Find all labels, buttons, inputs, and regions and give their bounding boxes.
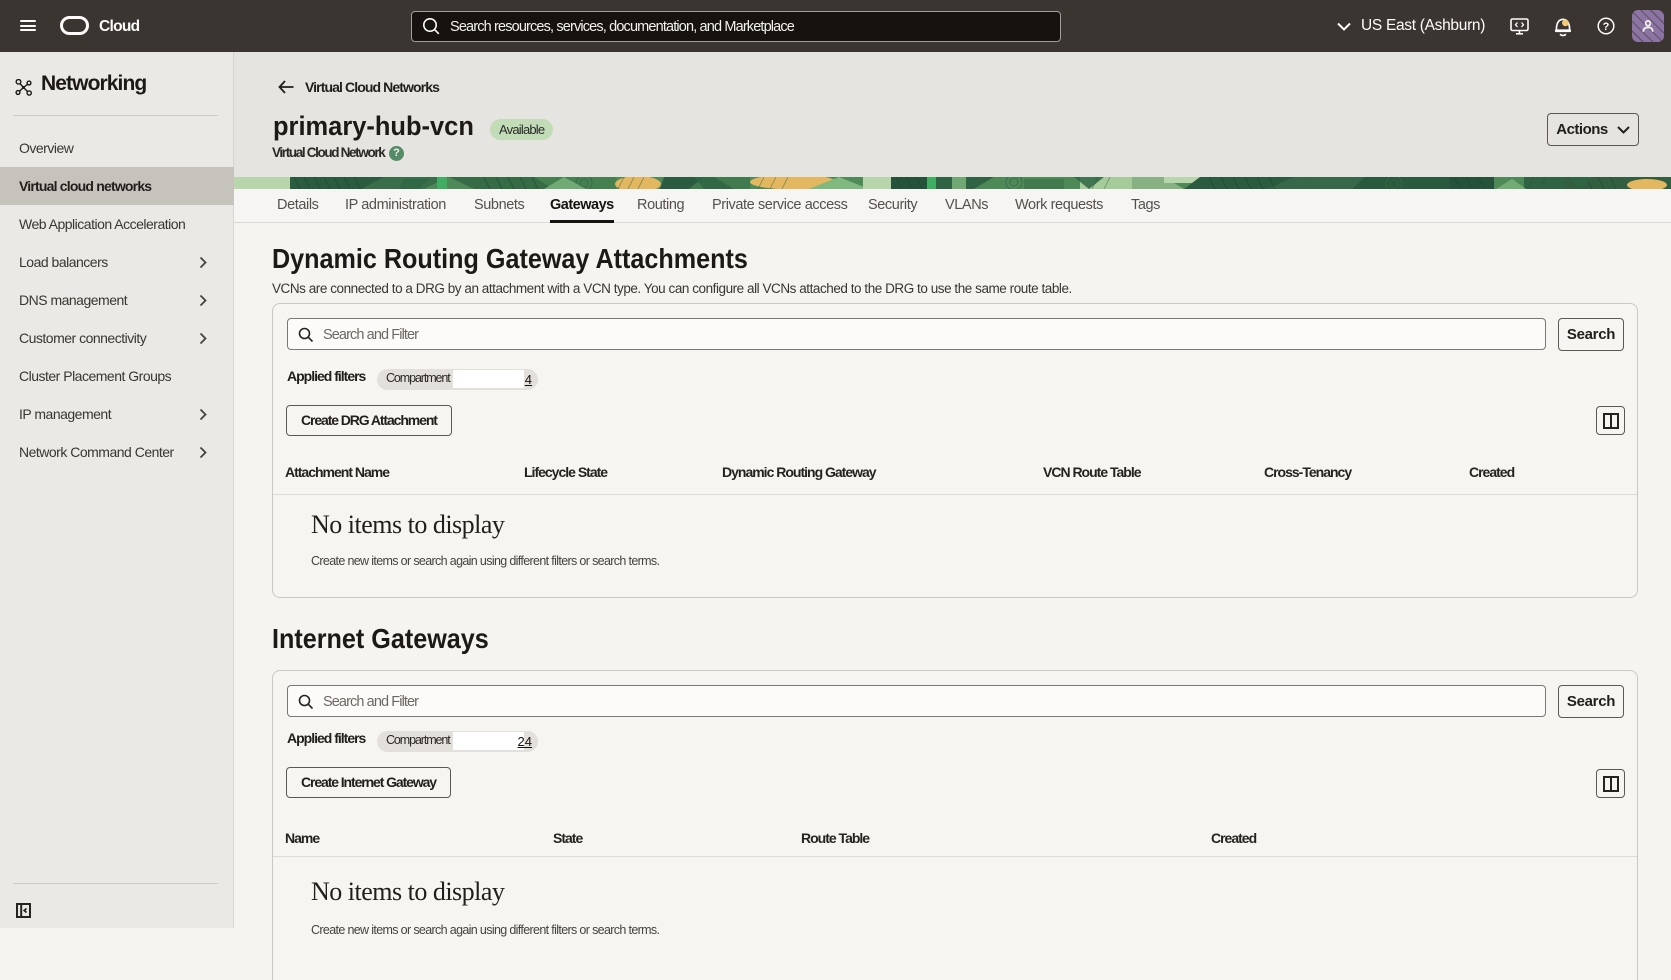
svg-text:?: ? [1603,21,1610,33]
